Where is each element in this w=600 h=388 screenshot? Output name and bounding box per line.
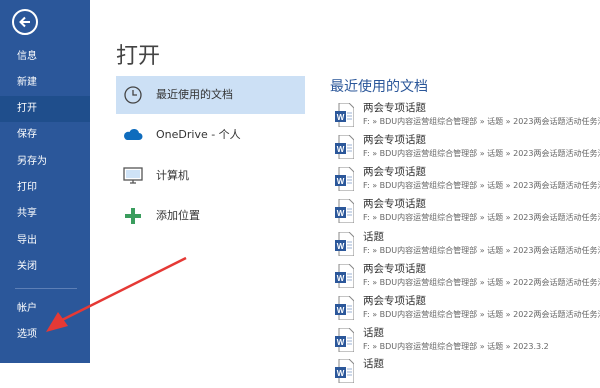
word-document-icon: W bbox=[335, 199, 354, 223]
svg-text:W: W bbox=[337, 369, 345, 378]
word-document-icon: W bbox=[335, 264, 354, 288]
location-onedrive[interactable]: OneDrive - 个人 bbox=[116, 116, 305, 154]
nav-export[interactable]: 导出 bbox=[0, 228, 90, 254]
location-label: 最近使用的文档 bbox=[156, 88, 233, 101]
svg-text:W: W bbox=[337, 209, 345, 218]
back-arrow-icon[interactable] bbox=[12, 9, 38, 35]
recent-document-item[interactable]: W 两会专项话题 F: » BDU内容运营组综合管理部 » 话题 » 2023两会话… bbox=[335, 100, 600, 132]
recent-documents-title: 最近使用的文档 bbox=[330, 79, 428, 95]
document-path: F: » BDU内容运营组综合管理部 » 话题 » 2022两会话题活动任务汇 bbox=[363, 278, 600, 287]
document-path: F: » BDU内容运营组综合管理部 » 话题 » 2023两会话题活动任务汇 bbox=[363, 149, 600, 158]
clock-icon bbox=[124, 86, 142, 104]
word-document-icon: W bbox=[335, 135, 354, 159]
nav-options[interactable]: 选项 bbox=[0, 322, 90, 348]
document-path: F: » BDU内容运营组综合管理部 » 话题 » 2022两会话题活动任务汇 bbox=[363, 310, 600, 319]
nav-print[interactable]: 打印 bbox=[0, 175, 90, 201]
word-document-icon: W bbox=[335, 232, 354, 256]
recent-document-item[interactable]: W 话题 bbox=[335, 356, 600, 388]
document-name: 两会专项话题 bbox=[363, 198, 426, 210]
document-name: 话题 bbox=[363, 327, 384, 339]
nav-new[interactable]: 新建 bbox=[0, 70, 90, 96]
svg-text:W: W bbox=[337, 338, 345, 347]
nav-divider bbox=[15, 288, 77, 289]
nav-save-as[interactable]: 另存为 bbox=[0, 149, 90, 175]
word-document-icon: W bbox=[335, 328, 354, 352]
page-title: 打开 bbox=[116, 44, 161, 69]
document-name: 两会专项话题 bbox=[363, 166, 426, 178]
svg-text:W: W bbox=[337, 306, 345, 315]
nav-close[interactable]: 关闭 bbox=[0, 254, 90, 280]
recent-document-item[interactable]: W 两会专项话题 F: » BDU内容运营组综合管理部 » 话题 » 2022两会话… bbox=[335, 261, 600, 293]
recent-document-item[interactable]: W 话题 F: » BDU内容运营组综合管理部 » 话题 » 2023.3.2 bbox=[335, 325, 600, 357]
document-path: F: » BDU内容运营组综合管理部 » 话题 » 2023两会话题活动任务汇 bbox=[363, 117, 600, 126]
svg-text:W: W bbox=[337, 113, 345, 122]
location-add[interactable]: 添加位置 bbox=[116, 197, 305, 235]
recent-document-item[interactable]: W 两会专项话题 F: » BDU内容运营组综合管理部 » 话题 » 2023两会话… bbox=[335, 132, 600, 164]
recent-document-item[interactable]: W 两会专项话题 F: » BDU内容运营组综合管理部 » 话题 » 2022两会话… bbox=[335, 293, 600, 325]
recent-document-item[interactable]: W 两会专项话题 F: » BDU内容运营组综合管理部 » 话题 » 2023两会话… bbox=[335, 196, 600, 228]
document-name: 两会专项话题 bbox=[363, 134, 426, 146]
location-label: 计算机 bbox=[156, 169, 189, 182]
computer-icon bbox=[123, 167, 143, 184]
document-path: F: » BDU内容运营组综合管理部 » 话题 » 2023.3.2 bbox=[363, 342, 549, 351]
location-label: OneDrive - 个人 bbox=[156, 128, 241, 141]
word-document-icon: W bbox=[335, 296, 354, 320]
svg-text:W: W bbox=[337, 145, 345, 154]
nav-account[interactable]: 帐户 bbox=[0, 296, 90, 322]
nav-open[interactable]: 打开 bbox=[0, 96, 90, 122]
recent-document-item[interactable]: W 话题 F: » BDU内容运营组综合管理部 » 话题 » 2023两会话题活动任… bbox=[335, 229, 600, 261]
nav-info[interactable]: 信息 bbox=[0, 44, 90, 70]
document-path: F: » BDU内容运营组综合管理部 » 话题 » 2023两会话题活动任务汇 bbox=[363, 213, 600, 222]
cloud-icon bbox=[124, 128, 143, 140]
document-name: 两会专项话题 bbox=[363, 295, 426, 307]
location-recent[interactable]: 最近使用的文档 bbox=[116, 76, 305, 114]
location-label: 添加位置 bbox=[156, 209, 200, 222]
document-name: 话题 bbox=[363, 358, 384, 370]
nav-share[interactable]: 共享 bbox=[0, 201, 90, 227]
svg-text:W: W bbox=[337, 274, 345, 283]
word-document-icon: W bbox=[335, 103, 354, 127]
document-path: F: » BDU内容运营组综合管理部 » 话题 » 2023两会话题活动任务汇 bbox=[363, 246, 600, 255]
word-document-icon: W bbox=[335, 167, 354, 191]
plus-icon bbox=[125, 208, 141, 224]
document-path: F: » BDU内容运营组综合管理部 » 话题 » 2023两会话题活动任务汇 bbox=[363, 181, 600, 190]
backstage-sidebar: 信息 新建 打开 保存 另存为 打印 共享 导出 关闭 帐户 选项 bbox=[0, 0, 90, 363]
location-computer[interactable]: 计算机 bbox=[116, 157, 305, 195]
svg-text:W: W bbox=[337, 242, 345, 251]
recent-document-item[interactable]: W 两会专项话题 F: » BDU内容运营组综合管理部 » 话题 » 2023两会话… bbox=[335, 164, 600, 196]
document-name: 两会专项话题 bbox=[363, 102, 426, 114]
document-name: 话题 bbox=[363, 231, 384, 243]
document-name: 两会专项话题 bbox=[363, 263, 426, 275]
nav-save[interactable]: 保存 bbox=[0, 122, 90, 148]
svg-text:W: W bbox=[337, 177, 345, 186]
